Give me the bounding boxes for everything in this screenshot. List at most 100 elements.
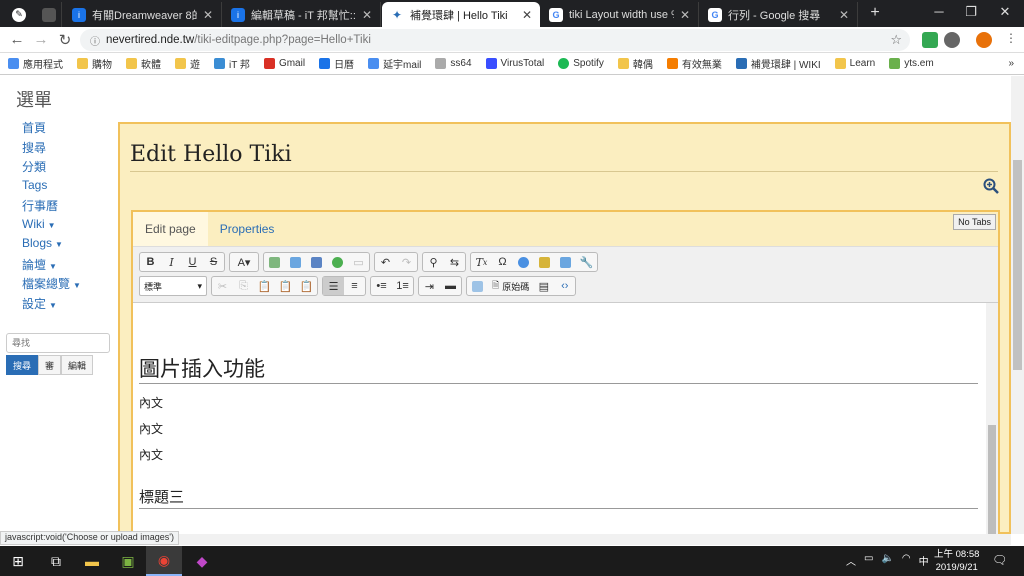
- replace-button[interactable]: ⇆: [444, 253, 465, 271]
- chrome-menu-icon[interactable]: ⋮: [1002, 31, 1020, 45]
- close-window-button[interactable]: ✕: [990, 4, 1020, 20]
- find-button[interactable]: ⚲: [423, 253, 444, 271]
- edit-button[interactable]: 編輯: [61, 355, 94, 375]
- unlink-button[interactable]: ▭: [348, 253, 369, 271]
- bookmark-item[interactable]: 韓偶: [617, 56, 653, 71]
- menu-item-wiki[interactable]: Wiki ▼: [22, 217, 81, 237]
- tab-close-icon[interactable]: ✕: [362, 8, 372, 22]
- table-button[interactable]: [555, 253, 576, 271]
- browser-tab-4[interactable]: G tiki Layout width use % - G ✕: [541, 2, 699, 27]
- bookmark-item[interactable]: 補覺環肆 | WIKI: [735, 56, 821, 71]
- notepad-icon[interactable]: ▣: [110, 546, 146, 576]
- bullet-list-button[interactable]: •≡: [371, 277, 392, 295]
- tab-close-icon[interactable]: ✕: [680, 8, 690, 22]
- insert-link-button[interactable]: [327, 253, 348, 271]
- cut-button[interactable]: ✂: [212, 277, 233, 295]
- bookmark-item[interactable]: yts.em: [889, 58, 934, 69]
- horizontal-rule-button[interactable]: ▬: [440, 277, 461, 295]
- ime-icon[interactable]: 中: [919, 553, 929, 568]
- menu-item-settings[interactable]: 設定 ▼: [22, 295, 81, 315]
- bookmark-item[interactable]: Gmail: [263, 58, 305, 69]
- text-color-button[interactable]: A▾: [230, 253, 258, 271]
- taskbar-clock[interactable]: 上午 08:58 2019/9/21: [934, 548, 979, 574]
- new-tab-button[interactable]: +: [860, 4, 890, 22]
- editor-content-area[interactable]: 圖片插入功能 內文 內文 內文 標題三: [133, 303, 998, 534]
- start-windows-icon[interactable]: ⊞: [0, 546, 36, 576]
- indent-button[interactable]: ⇥: [419, 277, 440, 295]
- menu-item-calendar[interactable]: 行事曆: [22, 197, 81, 217]
- tab-properties[interactable]: Properties: [208, 212, 287, 246]
- source-button[interactable]: 🗎 原始碼: [488, 277, 533, 295]
- task-view-icon[interactable]: ⧉: [38, 546, 74, 576]
- settings-button[interactable]: 🔧: [576, 253, 597, 271]
- menu-item-categories[interactable]: 分類: [22, 158, 81, 178]
- back-arrow-icon[interactable]: ←: [8, 31, 26, 48]
- menu-item-tags[interactable]: Tags: [22, 178, 81, 198]
- battery-icon[interactable]: ▭: [864, 553, 873, 568]
- save-wiki-button[interactable]: ▤: [533, 277, 554, 295]
- bookmark-item[interactable]: 購物: [77, 56, 112, 71]
- content-scrollbar-thumb[interactable]: [988, 425, 996, 534]
- content-scrollbar[interactable]: [986, 303, 998, 534]
- info-icon[interactable]: ⓘ: [90, 33, 100, 48]
- notification-icon[interactable]: 🗨: [992, 553, 1007, 567]
- zoom-in-icon[interactable]: [983, 178, 999, 194]
- chrome-taskbar-icon[interactable]: ◉: [146, 546, 182, 576]
- wifi-icon[interactable]: ◠: [902, 553, 911, 568]
- url-input[interactable]: ⓘ nevertired.nde.tw /tiki-editpage.php?p…: [80, 29, 910, 51]
- tab-close-icon[interactable]: ✕: [839, 8, 849, 22]
- bookmark-item[interactable]: 延宇mail: [368, 56, 421, 71]
- italic-button[interactable]: I: [161, 253, 182, 271]
- bookmarks-overflow-icon[interactable]: »: [1008, 58, 1014, 69]
- bookmark-item[interactable]: VirusTotal: [485, 58, 544, 69]
- browser-tab-1[interactable]: i 有關Dreamweaver 8的問題 ✕: [64, 2, 222, 27]
- browser-tab-active[interactable]: ✦ 補覺環肆 | Hello Tiki ✕: [382, 2, 540, 27]
- bookmark-item[interactable]: iT 邦: [214, 56, 250, 71]
- align-left-button[interactable]: ☰: [323, 277, 344, 295]
- bookmark-item[interactable]: 日曆: [319, 56, 354, 71]
- browser-tab-2[interactable]: i 編輯草稿 - iT 邦幫忙::一起解 ✕: [223, 2, 381, 27]
- numbered-list-button[interactable]: 1≡: [392, 277, 413, 295]
- bookmark-item[interactable]: Learn: [834, 58, 875, 69]
- sidebar-search-input[interactable]: [6, 333, 110, 353]
- bookmark-item[interactable]: Spotify: [558, 58, 604, 69]
- bookmark-star-icon[interactable]: ☆: [890, 32, 902, 48]
- bookmark-item[interactable]: ss64: [435, 58, 472, 69]
- pinned-tab[interactable]: [34, 2, 62, 27]
- reload-icon[interactable]: ↻: [56, 31, 74, 49]
- app-icon-tab[interactable]: ✎: [4, 2, 32, 27]
- paste-text-button[interactable]: 📋: [275, 277, 296, 295]
- profile-avatar[interactable]: [976, 32, 992, 48]
- special-char-button[interactable]: Ω: [492, 253, 513, 271]
- app-taskbar-icon[interactable]: ◆: [184, 546, 220, 576]
- remove-format-button[interactable]: Tx: [471, 253, 492, 271]
- paste-word-button[interactable]: 📋: [296, 277, 317, 295]
- page-scrollbar[interactable]: [1011, 76, 1024, 534]
- bookmark-item[interactable]: 有效無業: [666, 56, 722, 71]
- insert-file-button[interactable]: [285, 253, 306, 271]
- menu-item-search[interactable]: 搜尋: [22, 139, 81, 159]
- restore-button[interactable]: ❐: [956, 4, 986, 20]
- paste-button[interactable]: 📋: [254, 277, 275, 295]
- tab-close-icon[interactable]: ✕: [203, 8, 213, 22]
- copy-button[interactable]: ⎘: [233, 277, 254, 295]
- page-scrollbar-thumb[interactable]: [1013, 160, 1022, 370]
- tray-expand-icon[interactable]: ︿: [846, 553, 856, 568]
- strikethrough-button[interactable]: S: [203, 253, 224, 271]
- help-button[interactable]: [513, 253, 534, 271]
- forward-arrow-icon[interactable]: →: [32, 31, 50, 48]
- volume-icon[interactable]: 🔈: [881, 553, 893, 568]
- bold-button[interactable]: B: [140, 253, 161, 271]
- redo-button[interactable]: ↷: [396, 253, 417, 271]
- bookmark-item[interactable]: 遊: [175, 56, 200, 71]
- no-tabs-button[interactable]: No Tabs: [953, 214, 996, 230]
- insert-image-button[interactable]: [264, 253, 285, 271]
- menu-item-home[interactable]: 首頁: [22, 119, 81, 139]
- align-center-button[interactable]: ≡: [344, 277, 365, 295]
- minimize-button[interactable]: ─: [924, 4, 954, 19]
- underline-button[interactable]: U: [182, 253, 203, 271]
- extension-shield-icon[interactable]: [922, 32, 938, 48]
- extension-icon[interactable]: [944, 32, 960, 48]
- tab-edit-page[interactable]: Edit page: [133, 212, 208, 246]
- preview-button[interactable]: [467, 277, 488, 295]
